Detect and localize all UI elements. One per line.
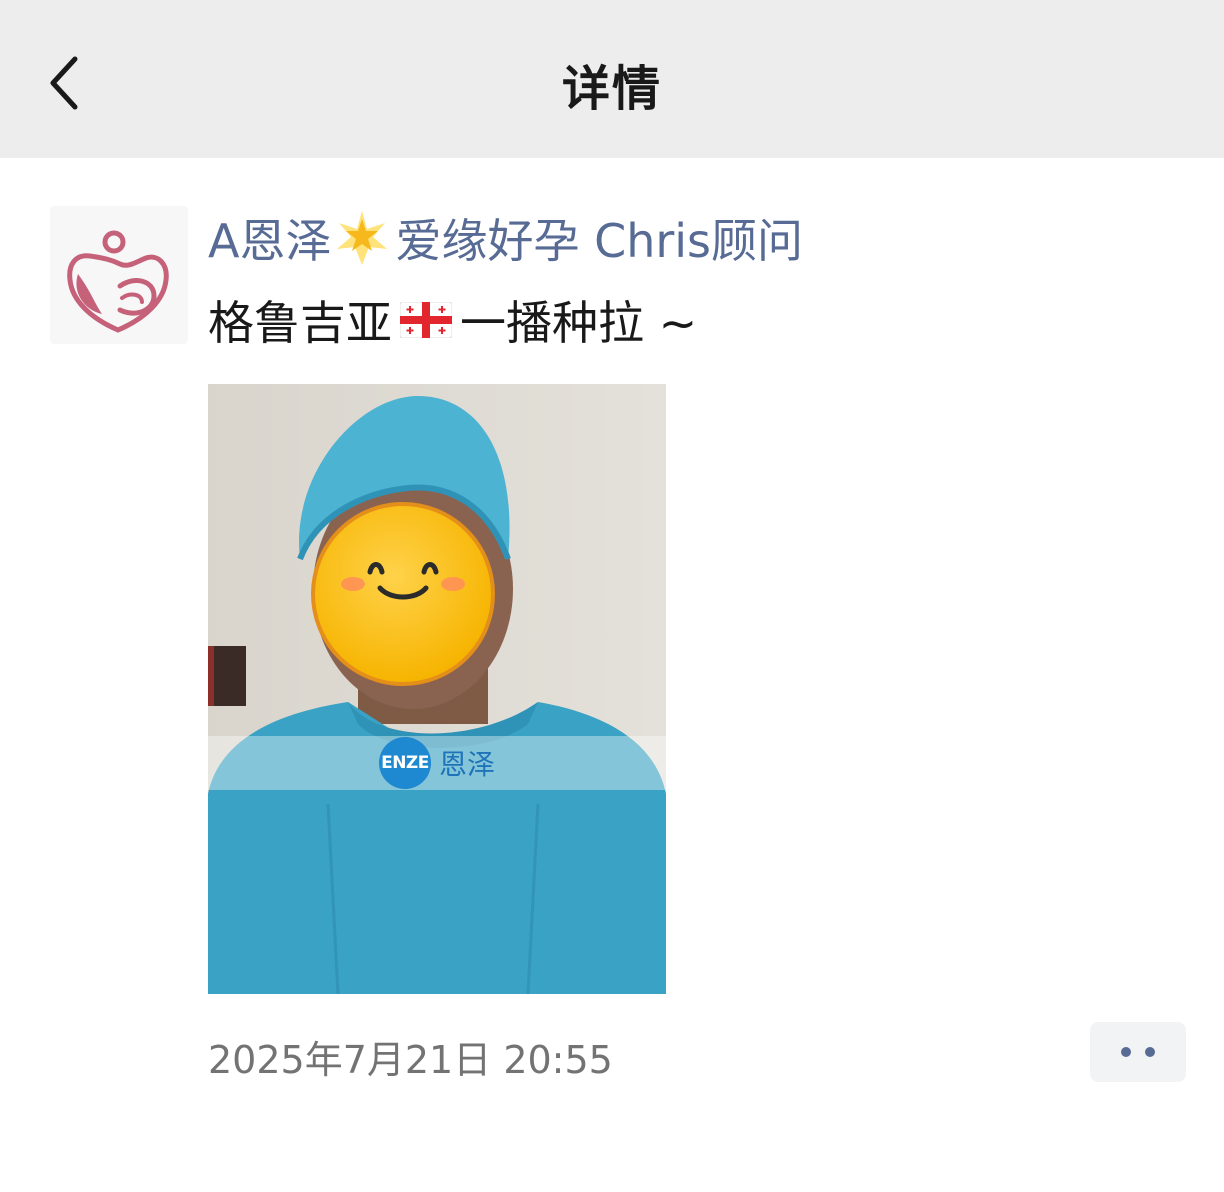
page-title: 详情 (561, 61, 662, 117)
hands-heart-logo-icon (67, 230, 169, 333)
post-timestamp: 2025年7月21日 20:55 (208, 1037, 613, 1082)
more-actions-button[interactable] (1090, 1022, 1186, 1082)
watermark-strip: ENZE 恩泽 (208, 736, 666, 790)
author-name-link[interactable]: A恩泽 爱缘好孕 Chris顾问 (208, 206, 803, 270)
avatar[interactable] (50, 206, 188, 344)
post-text-part-1: 格鲁吉亚 (208, 296, 392, 350)
post-text-part-2: 一播种拉 ~ (460, 296, 698, 350)
photo-content (208, 384, 666, 994)
back-button[interactable] (30, 48, 100, 118)
post-text: 格鲁吉亚 一播种拉 ~ (208, 288, 697, 352)
watermark-text: 恩泽 (438, 748, 495, 781)
georgia-flag-icon (400, 302, 452, 338)
chevron-left-icon (50, 56, 78, 110)
post-photo[interactable]: ENZE 恩泽 (208, 384, 666, 994)
author-name-prefix: A恩泽 (208, 214, 332, 268)
enze-logo-badge: ENZE (378, 737, 431, 789)
glowing-star-icon (337, 211, 388, 265)
author-name-suffix: 爱缘好孕 Chris顾问 (395, 214, 804, 268)
navigation-bar: 详情 (0, 0, 1224, 158)
more-dots-icon (1121, 1047, 1155, 1057)
